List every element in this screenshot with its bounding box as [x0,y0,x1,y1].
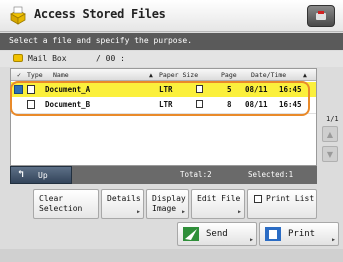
page-indicator: 1/1 [326,115,339,123]
list-header: ✓ Type Name ▲ Paper Size Page Date/Time … [11,69,316,81]
mailbox-value: / 00 : [96,54,125,63]
column-type[interactable]: Type [27,71,43,79]
instruction-bar: Select a file and specify the purpose. [0,33,343,50]
send-label: Send [206,229,228,239]
scroll-down-button[interactable]: ▼ [322,146,338,162]
display-image-label-1: Display [152,194,186,203]
mailbox-line: Mail Box / 00 : [0,51,343,67]
screen: Access Stored Files Select a file and sp… [0,0,343,262]
column-date-time[interactable]: Date/Time [251,71,286,79]
up-label: Up [38,171,48,180]
column-paper-size[interactable]: Paper Size [159,71,198,79]
mailbox-icon [13,54,23,62]
total-count: Total:2 [180,170,212,179]
print-list-label: Print List [266,194,315,203]
totals-bar: Total:2 Selected:1 [72,166,317,184]
print-icon [265,227,281,241]
sort-up-icon: ▲ [149,71,153,79]
print-list-button[interactable]: Print List [247,189,317,219]
page-title: Access Stored Files [34,7,166,21]
stored-files-icon [10,6,26,25]
display-image-button[interactable]: Display Image ▶ [146,189,189,219]
details-button[interactable]: Details ▶ [101,189,144,219]
display-image-label-2: Image [152,204,177,213]
instruction-text: Select a file and specify the purpose. [9,36,193,45]
clear-selection-label-2: Selection [39,204,83,213]
selection-highlight [10,81,310,116]
up-arrow-icon: ↰ [18,169,25,180]
triangle-up-icon: ▲ [326,129,334,139]
edit-file-label: Edit File [197,194,241,203]
clear-selection-button[interactable]: Clear Selection [33,189,99,219]
settings-button[interactable] [307,5,335,27]
print-list-icon [254,195,262,203]
selected-count: Selected:1 [248,170,294,179]
print-button[interactable]: Print ▶ [259,222,339,246]
up-button[interactable]: ↰ Up [10,166,72,184]
caret-icon: ▶ [249,237,253,243]
caret-icon: ▶ [331,237,335,243]
caret-icon: ▶ [181,209,185,215]
sort-up-icon: ▲ [303,71,307,79]
caret-icon: ▶ [136,209,140,215]
clear-selection-label-1: Clear [39,194,64,203]
check-all-icon[interactable]: ✓ [17,71,21,79]
edit-file-button[interactable]: Edit File ▶ [191,189,245,219]
settings-icon [316,11,326,20]
send-icon [183,227,199,241]
print-label: Print [288,229,316,239]
mailbox-label: Mail Box [28,54,67,63]
caret-icon: ▶ [237,209,241,215]
column-page[interactable]: Page [221,71,237,79]
title-bar: Access Stored Files [0,0,343,32]
scroll-up-button[interactable]: ▲ [322,126,338,142]
column-name[interactable]: Name [53,71,69,79]
send-button[interactable]: Send ▶ [177,222,257,246]
triangle-down-icon: ▼ [326,149,334,159]
details-label: Details [107,194,141,203]
bottom-bar [0,249,343,262]
